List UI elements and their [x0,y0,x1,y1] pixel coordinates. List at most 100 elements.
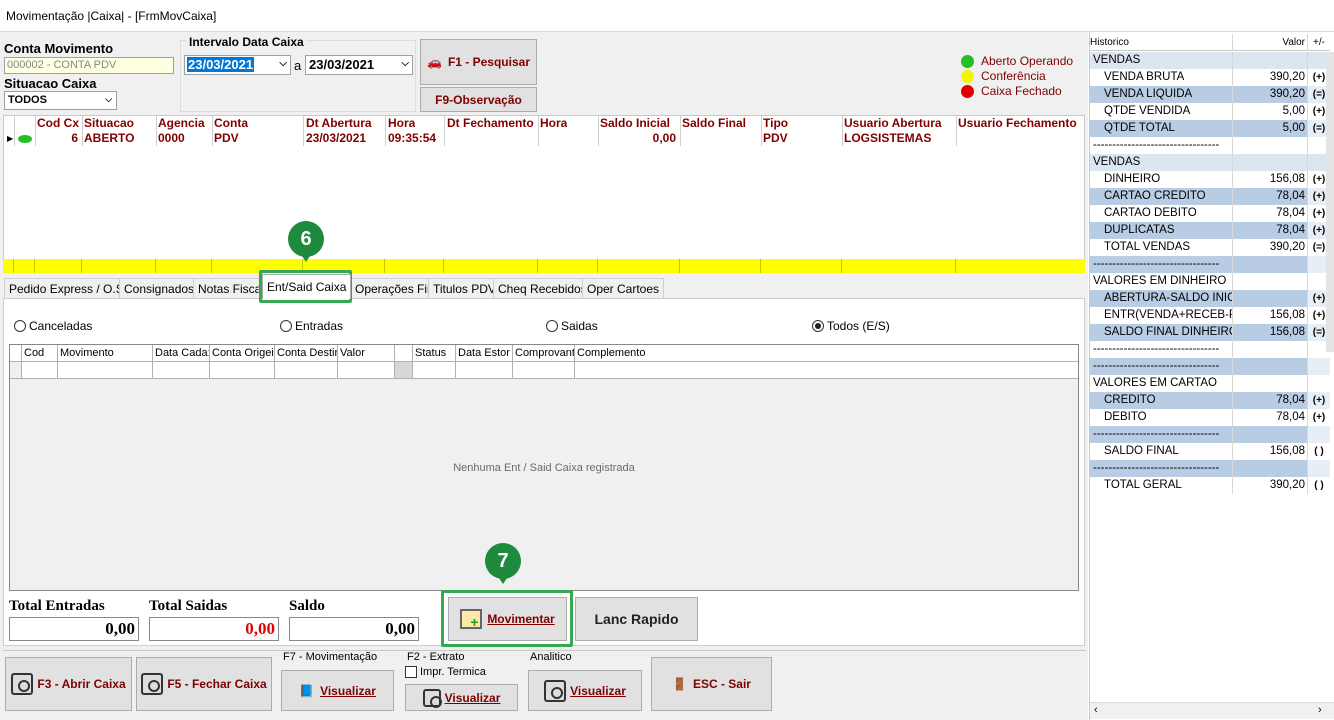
historico-label: CARTAO CREDITO [1090,188,1233,205]
abrir-caixa-button[interactable]: F3 - Abrir Caixa [5,657,132,711]
conta-input[interactable]: 000002 - CONTA PDV [4,57,174,74]
observacao-button[interactable]: F9-Observação [420,87,537,112]
cell-tipo[interactable]: PDV [763,131,788,145]
col-valor[interactable]: Valor [1233,34,1308,51]
cell-agencia[interactable]: 0000 [158,131,185,145]
date-from-input[interactable]: 23/03/2021 ⌵ [184,55,291,75]
situacao-select[interactable]: TODOS ⌵ [4,91,117,110]
cell-hora[interactable]: 09:35:54 [388,131,436,145]
scroll-left-icon[interactable]: ‹ [1094,704,1098,716]
historico-row[interactable]: ABERTURA-SALDO INICIAL(+) [1090,290,1330,307]
col-data-estorno[interactable]: Data Estor [456,345,513,361]
col-dt-fechamento[interactable]: Dt Fechamento [447,116,534,130]
col-tipo[interactable]: Tipo [763,116,788,130]
historico-row[interactable]: DINHEIRO 156,08 (+) [1090,171,1330,188]
historico-row[interactable]: CARTAO DEBITO 78,04 (+) [1090,205,1330,222]
radio-todos[interactable]: Todos (E/S) [812,319,890,333]
col-usuario-abertura[interactable]: Usuario Abertura [844,116,942,130]
historico-row[interactable]: CREDITO 78,04 (+) [1090,392,1330,409]
tab-ent-said-caixa[interactable]: Ent/Said Caixa [262,274,352,299]
f7-visualizar-button[interactable]: 📘 Visualizar [281,670,394,711]
col-sign[interactable]: +/- [1308,34,1330,51]
cell-situacao[interactable]: ABERTO [84,131,134,145]
col-cod[interactable]: Cod [22,345,58,361]
historico-row[interactable]: SALDO FINAL 156,08 ( ) [1090,443,1330,460]
sair-button[interactable]: 🚪 ESC - Sair [651,657,772,711]
historico-row[interactable]: DUPLICATAS 78,04 (+) [1090,222,1330,239]
vertical-scrollbar[interactable] [1326,52,1334,352]
pesquisar-button[interactable]: 🚗 F1 - Pesquisar [420,39,537,85]
col-saldo-inicial[interactable]: Saldo Inicial [600,116,670,130]
cell-usuario-abertura[interactable]: LOGSISTEMAS [844,131,931,145]
col-hora-fech[interactable]: Hora [540,116,567,130]
col-valor[interactable]: Valor [338,345,395,361]
analitico-visualizar-button[interactable]: Visualizar [528,670,642,711]
historico-row[interactable]: VENDAS [1090,154,1330,171]
radio-saidas[interactable]: Saidas [546,319,598,333]
scroll-right-icon[interactable]: › [1318,704,1322,716]
col-data-cadastro[interactable]: Data Cada: [153,345,210,361]
caixa-grid[interactable]: ▶ Cod Cx Situacao Agencia Conta Dt Abert… [3,115,1085,273]
date-to-value: 23/03/2021 [309,57,375,72]
radio-label: Canceladas [29,319,93,333]
historico-row[interactable]: --------------------------------- [1090,256,1330,273]
tab-operacoes-fin[interactable]: Operações Fin [350,278,439,298]
historico-row[interactable]: --------------------------------- [1090,341,1330,358]
col-conta-destino[interactable]: Conta Destir [275,345,338,361]
col-movimento[interactable]: Movimento [58,345,153,361]
date-to-input[interactable]: 23/03/2021 ⌵ [305,55,413,75]
tab-pedido-express[interactable]: Pedido Express / O.S [4,278,129,298]
col-dt-abertura[interactable]: Dt Abertura [306,116,372,130]
f2-visualizar-button[interactable]: Visualizar [405,684,518,711]
historico-value: 390,20 [1233,239,1308,256]
tab-oper-cartoes[interactable]: Oper Cartoes [582,278,665,298]
cell-saldo-inicial[interactable]: 0,00 [598,131,676,145]
col-blank[interactable] [395,345,413,361]
col-conta[interactable]: Conta [214,116,248,130]
col-conta-origem[interactable]: Conta Origei [210,345,275,361]
col-situacao[interactable]: Situacao [84,116,134,130]
impr-termica-checkbox[interactable]: Impr. Termica [405,666,486,678]
row-pointer-icon: ▶ [7,134,14,143]
historico-row[interactable]: CARTAO CREDITO 78,04 (+) [1090,188,1330,205]
col-status[interactable]: Status [413,345,456,361]
historico-row[interactable]: ENTR(VENDA+RECEB-PGTO)156,08(+) [1090,307,1330,324]
historico-row[interactable]: TOTAL VENDAS 390,20 (=) [1090,239,1330,256]
radio-canceladas[interactable]: Canceladas [14,319,92,333]
historico-row[interactable]: QTDE VENDIDA 5,00 (+) [1090,103,1330,120]
historico-row[interactable]: --------------------------------- [1090,460,1330,477]
historico-row[interactable]: --------------------------------- [1090,137,1330,154]
cell-dt-abertura[interactable]: 23/03/2021 [306,131,366,145]
historico-row[interactable]: TOTAL GERAL 390,20 ( ) [1090,477,1330,494]
historico-row[interactable]: VALORES EM DINHEIRO [1090,273,1330,290]
col-historico[interactable]: Historico [1090,34,1233,51]
historico-row[interactable]: VENDA LIQUIDA 390,20 (=) [1090,86,1330,103]
total-saidas-value: 0,00 [149,617,279,641]
radio-entradas[interactable]: Entradas [280,319,343,333]
movimentar-button[interactable]: + Movimentar [448,597,567,641]
historico-row[interactable]: VALORES EM CARTAO [1090,375,1330,392]
tab-consignados[interactable]: Consignados [119,278,200,298]
col-hora[interactable]: Hora [388,116,415,130]
historico-row[interactable]: QTDE TOTAL 5,00 (=) [1090,120,1330,137]
fechar-caixa-button[interactable]: F5 - Fechar Caixa [136,657,272,711]
horizontal-scrollbar[interactable]: ‹ › [1090,702,1334,719]
col-agencia[interactable]: Agencia [158,116,205,130]
historico-row[interactable]: SALDO FINAL DINHEIRO 156,08 (=) [1090,324,1330,341]
historico-row[interactable]: VENDAS [1090,52,1330,69]
col-cod-cx[interactable]: Cod Cx [37,116,79,130]
historico-row[interactable]: VENDA BRUTA 390,20 (+) [1090,69,1330,86]
historico-row[interactable]: DEBITO 78,04 (+) [1090,409,1330,426]
tab-titulos-pdv[interactable]: Titulos PDV [428,278,501,298]
legend-label: Caixa Fechado [981,84,1062,98]
cell-conta[interactable]: PDV [214,131,239,145]
lanc-rapido-button[interactable]: Lanc Rapido [575,597,698,641]
historico-row[interactable]: --------------------------------- [1090,426,1330,443]
col-complemento[interactable]: Complemento [575,345,1078,361]
col-usuario-fechamento[interactable]: Usuario Fechamento [958,116,1077,130]
col-comprovante[interactable]: Comprovant [513,345,575,361]
cell-cod-cx[interactable]: 6 [35,131,78,145]
col-saldo-final[interactable]: Saldo Final [682,116,746,130]
historico-row[interactable]: --------------------------------- [1090,358,1330,375]
tab-cheq-recebidos[interactable]: Cheq Recebidos [493,278,592,298]
